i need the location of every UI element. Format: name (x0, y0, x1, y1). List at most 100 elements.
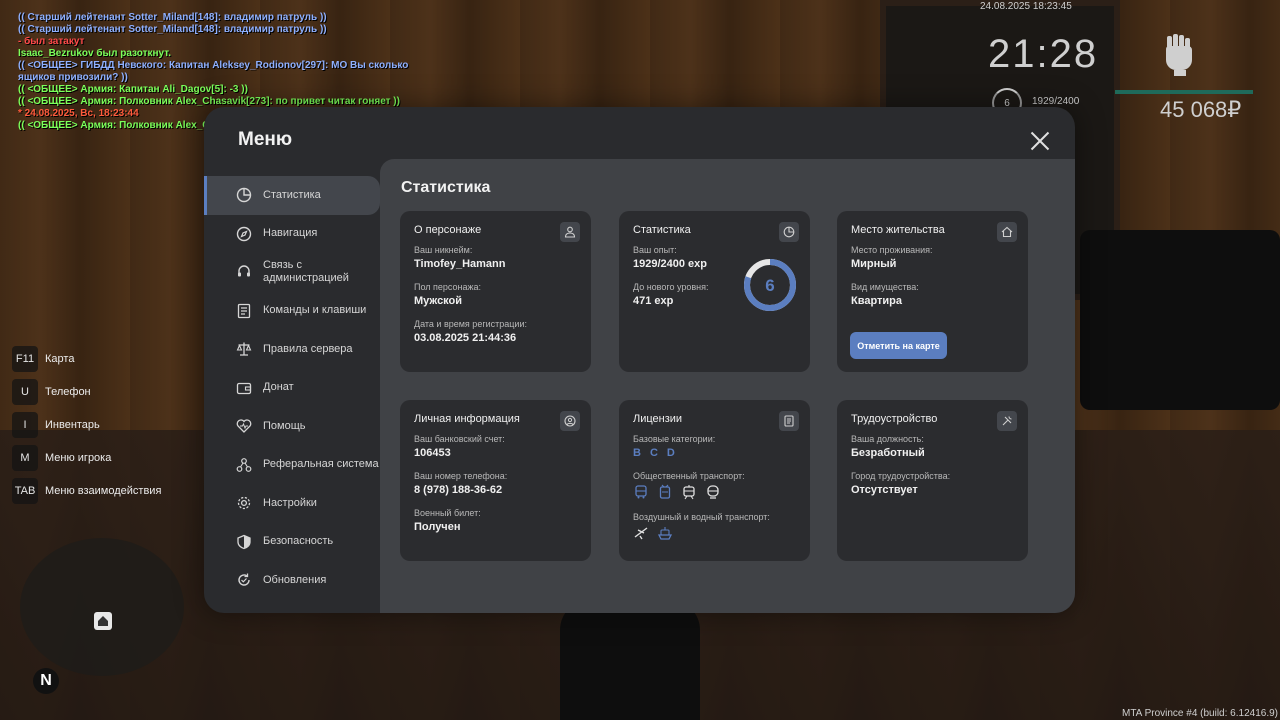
license-category: C (649, 447, 658, 459)
build-info: MTA Province #4 (build: 6.12416.9) (1121, 708, 1278, 719)
residence-place-value: Мирный (851, 258, 897, 270)
trolleybus-icon (659, 484, 671, 499)
card-title: Личная информация (414, 413, 520, 425)
nav-settings[interactable]: Настройки (204, 484, 380, 523)
shield-icon (237, 534, 251, 549)
job-city-value: Отсутствует (851, 484, 918, 496)
registration-value: 03.08.2025 21:44:36 (414, 332, 517, 344)
nav-label: Правила сервера (263, 342, 353, 355)
nav-security[interactable]: Безопасность (204, 523, 380, 562)
card-title: Лицензии (633, 413, 683, 425)
bus-icon (635, 485, 647, 499)
nav-contact-admin[interactable]: Связь с администрацией (204, 253, 380, 292)
nav-rules[interactable]: Правила сервера (204, 330, 380, 369)
user-circle-icon (560, 411, 580, 431)
level-progress-ring: 6 (744, 259, 796, 311)
nav-commands[interactable]: Команды и клавиши (204, 292, 380, 331)
nav-statistics[interactable]: Статистика (204, 176, 380, 215)
card-title: Место жительства (851, 224, 945, 236)
statistics-content: Статистика О персонаже Ваш никнейм: Timo… (380, 159, 1075, 613)
mark-on-map-button[interactable]: Отметить на карте (850, 332, 947, 359)
card-title: О персонаже (414, 224, 482, 236)
hotkey-label: Инвентарь (45, 419, 100, 431)
military-id-label: Военный билет: (414, 508, 481, 518)
hotkey-key: F11 (12, 346, 38, 372)
hotkey-key: U (12, 379, 38, 405)
menu-sidebar: Статистика Навигация Связь с администрац… (204, 176, 380, 600)
nav-label: Помощь (263, 419, 306, 432)
public-transport-label: Общественный транспорт: (633, 471, 745, 481)
card-residence: Место жительства Место проживания: Мирны… (837, 211, 1028, 372)
list-icon (237, 303, 251, 318)
chat-line: (( <ОБЩЕЕ> ГИБДД Невского: Капитан Aleks… (18, 60, 409, 71)
job-city-label: Город трудоустройства: (851, 471, 951, 481)
hotkey-label: Карта (45, 353, 75, 365)
airplane-icon (634, 527, 648, 540)
hotkey-label: Меню взаимодействия (45, 485, 162, 497)
residence-place-label: Место проживания: (851, 245, 933, 255)
card-character: О персонаже Ваш никнейм: Timofey_Hamann … (400, 211, 591, 372)
chat-line: (( <ОБЩЕЕ> Армия: Капитан Ali_Dagov[5]: … (18, 84, 248, 95)
license-category: D (666, 447, 675, 459)
chat-line: - был затакут (18, 36, 85, 47)
menu-title: Меню (238, 129, 293, 150)
pie-chart-icon (779, 222, 799, 242)
hud-clock: 21:28 (988, 32, 1099, 76)
gender-value: Мужской (414, 295, 463, 307)
network-icon (236, 457, 252, 472)
gender-label: Пол персонажа: (414, 282, 482, 292)
hud-datetime: 24.08.2025 18:23:45 (980, 1, 1072, 12)
nav-updates[interactable]: Обновления (204, 561, 380, 600)
tram-icon (683, 485, 695, 500)
license-categories: B C D (633, 447, 796, 459)
hotkey-hints: F11 Карта U Телефон I Инвентарь M Меню и… (12, 346, 161, 511)
military-id-value: Получен (414, 521, 461, 533)
property-type-label: Вид имущества: (851, 282, 919, 292)
nav-label: Обновления (263, 573, 327, 586)
registration-label: Дата и время регистрации: (414, 319, 527, 329)
scales-icon (236, 342, 252, 356)
job-position-label: Ваша должность: (851, 434, 924, 444)
nickname-label: Ваш никнейм: (414, 245, 473, 255)
bank-account-label: Ваш банковский счет: (414, 434, 505, 444)
chat-line: Isaac_Bezrukov был разоткнут. (18, 48, 172, 59)
exp-label: Ваш опыт: (633, 245, 677, 255)
close-icon[interactable] (1030, 131, 1050, 151)
air-water-transport-label: Воздушный и водный транспорт: (633, 512, 770, 522)
hud-money: 45 068₽ (1160, 97, 1242, 122)
nav-donate[interactable]: Донат (204, 369, 380, 408)
nav-label: Донат (263, 381, 294, 394)
nav-referral[interactable]: Реферальная система (204, 446, 380, 485)
card-employment: Трудоустройство Ваша должность: Безработ… (837, 400, 1028, 561)
headset-icon (238, 265, 250, 277)
fist-icon (1165, 34, 1192, 76)
nav-label: Навигация (263, 227, 318, 240)
pie-chart-icon (236, 188, 252, 203)
hotkey-label: Телефон (45, 386, 91, 398)
nav-navigation[interactable]: Навигация (204, 215, 380, 254)
compass-icon (236, 226, 252, 241)
nav-help[interactable]: Помощь (204, 407, 380, 446)
north-indicator: N (33, 668, 59, 694)
public-transport-icons (633, 484, 796, 500)
chat-line: (( Старший лейтенант Sotter_Miland[148]:… (18, 24, 327, 35)
document-icon (779, 411, 799, 431)
train-icon (707, 485, 719, 499)
tools-icon (997, 411, 1017, 431)
property-type-value: Квартира (851, 295, 903, 307)
hotkey-key: TAB (12, 478, 38, 504)
gear-icon (237, 497, 251, 510)
nav-label: Команды и клавиши (263, 304, 367, 317)
nav-label: Настройки (263, 496, 317, 509)
card-statistics: Статистика Ваш опыт: 1929/2400 exp До но… (619, 211, 810, 372)
nav-label: Реферальная система (263, 458, 379, 471)
hud-exp-text: 1929/2400 (1032, 96, 1080, 107)
phone-value: 8 (978) 188-36-62 (414, 484, 503, 496)
chat-line: (( Старший лейтенант Sotter_Miland[148]:… (18, 12, 327, 23)
user-icon (560, 222, 580, 242)
bank-account-value: 106453 (414, 447, 451, 459)
refresh-icon (238, 573, 250, 586)
card-personal-info: Личная информация Ваш банковский счет: 1… (400, 400, 591, 561)
boat-icon (657, 527, 673, 540)
card-title: Статистика (633, 224, 691, 236)
